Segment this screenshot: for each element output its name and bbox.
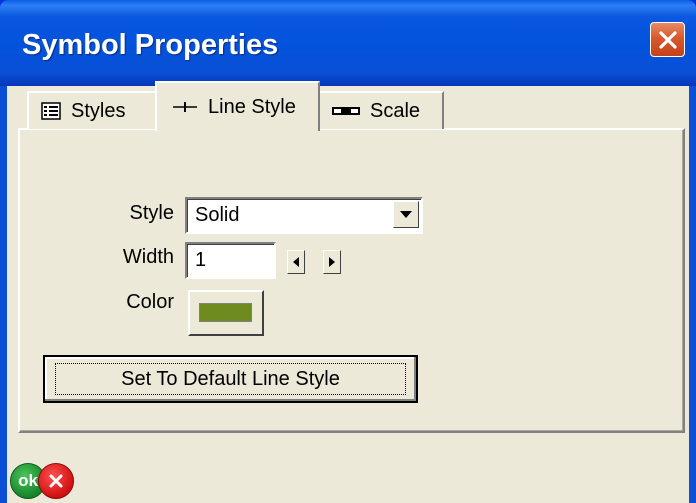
width-input[interactable]: 1 [185, 242, 276, 279]
style-label: Style [129, 202, 174, 224]
tab-styles-label: Styles [71, 99, 126, 122]
style-select-value: Solid [195, 204, 240, 226]
window-frame-left [0, 86, 7, 503]
cancel-button[interactable] [38, 463, 74, 499]
symbol-properties-window: Symbol Properties Styles Line Style Scal… [0, 0, 696, 503]
close-icon [658, 30, 677, 49]
arrow-right-icon [329, 257, 335, 267]
style-select[interactable]: Solid [185, 197, 423, 234]
width-label: Width [122, 246, 174, 268]
scale-icon [332, 105, 360, 117]
list-icon [41, 102, 61, 120]
cancel-icon [49, 474, 63, 488]
window-title: Symbol Properties [22, 29, 279, 61]
color-label: Color [126, 291, 174, 313]
ok-label: ok [18, 471, 38, 490]
color-picker-button[interactable] [188, 290, 264, 336]
tab-scale[interactable]: Scale [318, 91, 444, 129]
color-swatch [199, 303, 252, 322]
tab-line-style-label: Line Style [208, 95, 296, 118]
width-increase-button[interactable] [323, 250, 341, 274]
window-frame-right [689, 86, 696, 503]
tab-styles[interactable]: Styles [27, 91, 157, 129]
arrow-left-icon [293, 257, 299, 267]
set-default-line-style-label: Set To Default Line Style [121, 367, 340, 390]
tab-line-style[interactable]: Line Style [155, 81, 320, 131]
chevron-down-icon [400, 210, 412, 218]
set-default-line-style-button[interactable]: Set To Default Line Style [43, 355, 418, 403]
tab-scale-label: Scale [370, 99, 421, 122]
width-decrease-button[interactable] [287, 250, 305, 274]
line-style-icon [172, 99, 198, 115]
close-button[interactable] [650, 22, 685, 57]
title-bar[interactable]: Symbol Properties [0, 0, 696, 86]
style-dropdown-button[interactable] [393, 201, 419, 228]
